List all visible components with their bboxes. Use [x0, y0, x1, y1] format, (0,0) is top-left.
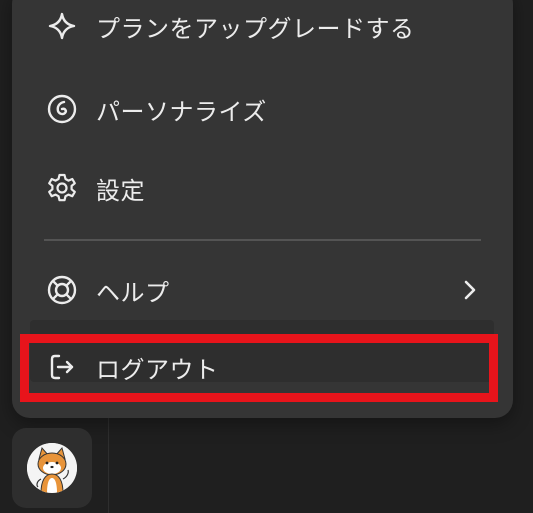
personalize-icon [44, 91, 80, 127]
menu-item-label: パーソナライズ [96, 97, 267, 126]
lifebuoy-icon [44, 272, 80, 308]
menu-item-settings[interactable]: 設定 [32, 158, 492, 218]
menu-item-personalize[interactable]: パーソナライズ [32, 79, 492, 139]
menu-item-help[interactable]: ヘルプ [32, 260, 492, 320]
menu-item-label: 設定 [96, 176, 145, 205]
sparkle-icon [44, 8, 80, 44]
menu-divider [44, 239, 481, 241]
menu-item-logout[interactable]: ログアウト [32, 337, 492, 397]
menu-item-label: ログアウト [96, 355, 219, 384]
logout-icon [44, 349, 80, 385]
menu-item-upgrade-plan[interactable]: プランをアップグレードする [32, 0, 492, 56]
gear-icon [44, 170, 80, 206]
user-avatar [27, 443, 77, 493]
menu-item-label: プランをアップグレードする [96, 14, 415, 43]
avatar-button[interactable] [12, 428, 92, 508]
chevron-right-icon [454, 274, 486, 306]
account-menu: プランをアップグレードする パーソナライズ 設定 ヘルプ ログアウト [12, 0, 513, 418]
background-divider [108, 418, 109, 513]
menu-item-label: ヘルプ [96, 278, 170, 307]
